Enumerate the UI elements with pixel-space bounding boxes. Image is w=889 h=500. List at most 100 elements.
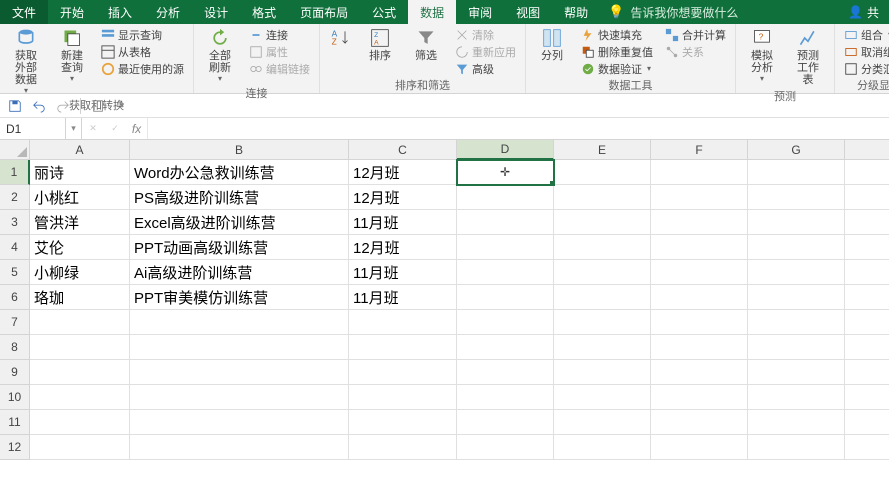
cell-D3[interactable] [457, 210, 554, 235]
cell-E12[interactable] [554, 435, 651, 460]
cell-C10[interactable] [349, 385, 457, 410]
cell-G11[interactable] [748, 410, 845, 435]
cell-H3[interactable] [845, 210, 889, 235]
col-header-C[interactable]: C [349, 140, 457, 160]
tab-帮助[interactable]: 帮助 [552, 0, 600, 24]
clear-filter-button[interactable]: 清除 [452, 26, 519, 43]
cell-H9[interactable] [845, 360, 889, 385]
cell-H5[interactable] [845, 260, 889, 285]
tab-file[interactable]: 文件 [0, 0, 48, 24]
cell-B3[interactable]: Excel高级进阶训练营 [130, 210, 349, 235]
tab-设计[interactable]: 设计 [192, 0, 240, 24]
cell-E5[interactable] [554, 260, 651, 285]
redo-button[interactable] [54, 97, 72, 115]
cell-F2[interactable] [651, 185, 748, 210]
cell-H6[interactable] [845, 285, 889, 310]
cell-A9[interactable] [30, 360, 130, 385]
get-external-data-button[interactable]: 获取 外部数据 ▾ [6, 26, 46, 97]
tab-插入[interactable]: 插入 [96, 0, 144, 24]
cell-B6[interactable]: PPT审美模仿训练营 [130, 285, 349, 310]
cell-E9[interactable] [554, 360, 651, 385]
cell-E11[interactable] [554, 410, 651, 435]
enter-formula-button[interactable]: ✓ [104, 118, 126, 139]
cell-A10[interactable] [30, 385, 130, 410]
cell-H11[interactable] [845, 410, 889, 435]
tab-公式[interactable]: 公式 [360, 0, 408, 24]
row-header-4[interactable]: 4 [0, 235, 30, 260]
relationships-button[interactable]: 关系 [662, 43, 729, 60]
cell-C1[interactable]: 12月班 [349, 160, 457, 185]
cell-B5[interactable]: Ai高级进阶训练营 [130, 260, 349, 285]
cell-G9[interactable] [748, 360, 845, 385]
cell-G8[interactable] [748, 335, 845, 360]
cell-B8[interactable] [130, 335, 349, 360]
cell-F1[interactable] [651, 160, 748, 185]
cell-F9[interactable] [651, 360, 748, 385]
col-header-F[interactable]: F [651, 140, 748, 160]
cell-G1[interactable] [748, 160, 845, 185]
save-button[interactable] [6, 97, 24, 115]
show-queries-button[interactable]: 显示查询 [98, 26, 187, 43]
cell-D5[interactable] [457, 260, 554, 285]
cell-F12[interactable] [651, 435, 748, 460]
cell-F4[interactable] [651, 235, 748, 260]
cell-A6[interactable]: 珞珈 [30, 285, 130, 310]
filter-button[interactable]: 筛选 [406, 26, 446, 64]
cell-F11[interactable] [651, 410, 748, 435]
cell-B2[interactable]: PS高级进阶训练营 [130, 185, 349, 210]
row-header-11[interactable]: 11 [0, 410, 30, 435]
col-header-E[interactable]: E [554, 140, 651, 160]
cell-C4[interactable]: 12月班 [349, 235, 457, 260]
cell-B7[interactable] [130, 310, 349, 335]
cell-D4[interactable] [457, 235, 554, 260]
cell-B1[interactable]: Word办公急救训练营 [130, 160, 349, 185]
properties-button[interactable]: 属性 [246, 43, 313, 60]
cell-A4[interactable]: 艾伦 [30, 235, 130, 260]
cell-A7[interactable] [30, 310, 130, 335]
cell-A12[interactable] [30, 435, 130, 460]
advanced-filter-button[interactable]: 高级 [452, 60, 519, 77]
name-box[interactable]: D1 [0, 118, 66, 139]
recent-sources-button[interactable]: 最近使用的源 [98, 60, 187, 77]
cell-C3[interactable]: 11月班 [349, 210, 457, 235]
cell-A8[interactable] [30, 335, 130, 360]
cell-C9[interactable] [349, 360, 457, 385]
cell-G3[interactable] [748, 210, 845, 235]
tab-开始[interactable]: 开始 [48, 0, 96, 24]
cell-C2[interactable]: 12月班 [349, 185, 457, 210]
cell-C11[interactable] [349, 410, 457, 435]
cell-A1[interactable]: 丽诗 [30, 160, 130, 185]
cell-C8[interactable] [349, 335, 457, 360]
qat-button[interactable] [89, 97, 107, 115]
cell-C5[interactable]: 11月班 [349, 260, 457, 285]
name-box-dropdown[interactable]: ▾ [66, 118, 82, 139]
subtotal-button[interactable]: 分类汇总 [841, 60, 889, 77]
cell-H2[interactable] [845, 185, 889, 210]
cell-A5[interactable]: 小柳绿 [30, 260, 130, 285]
cell-C6[interactable]: 11月班 [349, 285, 457, 310]
cell-B11[interactable] [130, 410, 349, 435]
connections-button[interactable]: 连接 [246, 26, 313, 43]
cell-E2[interactable] [554, 185, 651, 210]
cell-G12[interactable] [748, 435, 845, 460]
cell-A11[interactable] [30, 410, 130, 435]
fx-icon[interactable]: fx [126, 118, 148, 139]
edit-links-button[interactable]: 编辑链接 [246, 60, 313, 77]
cell-B4[interactable]: PPT动画高级训练营 [130, 235, 349, 260]
cell-F3[interactable] [651, 210, 748, 235]
qat-dropdown[interactable]: ▾ [113, 97, 131, 115]
cell-D11[interactable] [457, 410, 554, 435]
forecast-sheet-button[interactable]: 预测 工作表 [788, 26, 828, 88]
flash-fill-button[interactable]: 快速填充 [578, 26, 656, 43]
tab-分析[interactable]: 分析 [144, 0, 192, 24]
cell-G6[interactable] [748, 285, 845, 310]
cell-E7[interactable] [554, 310, 651, 335]
cell-H7[interactable] [845, 310, 889, 335]
cell-C7[interactable] [349, 310, 457, 335]
row-header-7[interactable]: 7 [0, 310, 30, 335]
cell-F7[interactable] [651, 310, 748, 335]
sort-button[interactable]: ZA 排序 [360, 26, 400, 64]
row-header-6[interactable]: 6 [0, 285, 30, 310]
group-rows-button[interactable]: 组合▾ [841, 26, 889, 43]
cell-H4[interactable] [845, 235, 889, 260]
